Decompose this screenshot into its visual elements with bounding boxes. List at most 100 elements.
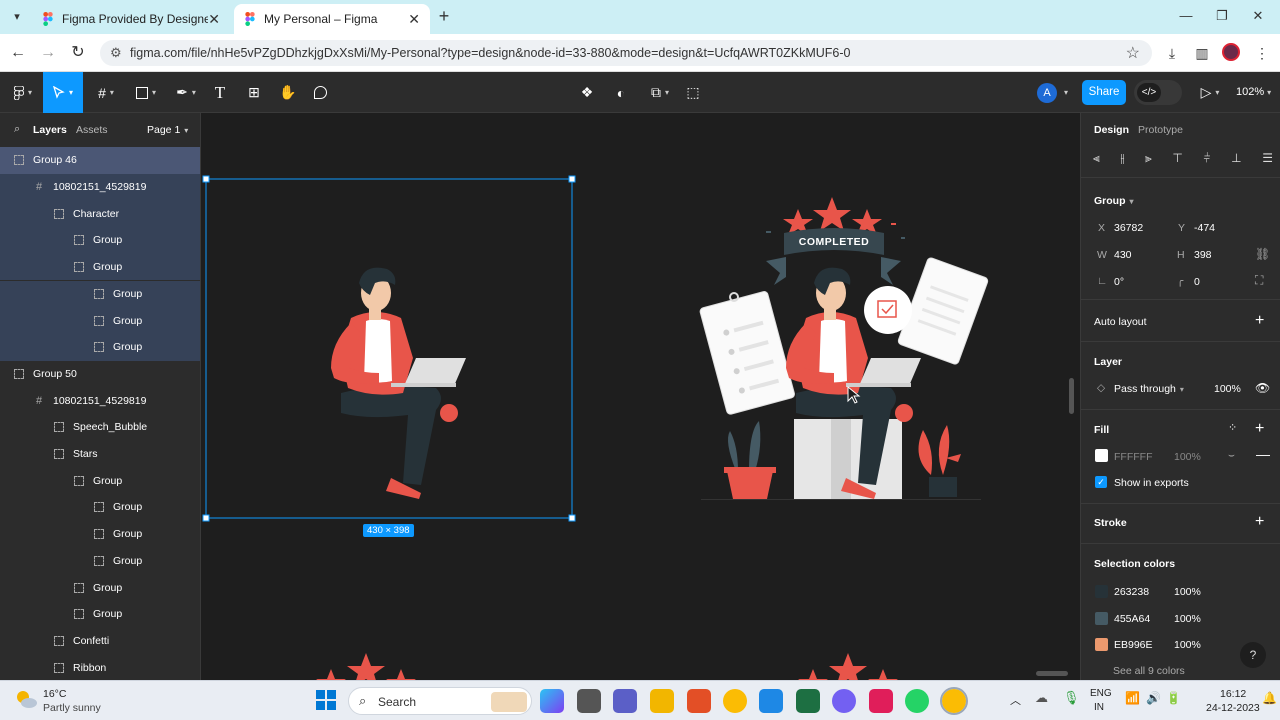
layer-row[interactable]: #10802151_4529819 bbox=[0, 387, 200, 414]
back-icon[interactable]: ← bbox=[8, 43, 28, 63]
boolean-button[interactable]: ⧉ ▾ bbox=[644, 72, 676, 113]
user-avatar[interactable]: A bbox=[1037, 83, 1057, 103]
layer-row[interactable]: #10802151_4529819 bbox=[0, 173, 200, 201]
align-left-icon[interactable]: ⫷ bbox=[1093, 151, 1100, 167]
layer-row[interactable]: Group 50 bbox=[0, 361, 200, 388]
layer-row[interactable]: Group bbox=[0, 227, 200, 254]
battery-icon[interactable]: 🔋 bbox=[1166, 691, 1181, 705]
text-tool-button[interactable]: T bbox=[208, 72, 232, 113]
horizontal-scrollbar[interactable] bbox=[1036, 671, 1068, 676]
layer-row[interactable]: Ribbon bbox=[0, 654, 200, 681]
layer-row[interactable]: Character bbox=[0, 200, 200, 228]
layer-row[interactable]: Group bbox=[0, 548, 200, 575]
selection-color-swatch[interactable] bbox=[1095, 638, 1108, 651]
layer-row[interactable]: Group bbox=[0, 601, 200, 628]
align-right-icon[interactable]: ⫸ bbox=[1145, 151, 1152, 167]
teams-icon[interactable] bbox=[613, 689, 637, 713]
comment-tool-button[interactable] bbox=[308, 72, 332, 113]
selection-color-opacity[interactable]: 100% bbox=[1174, 613, 1201, 625]
reload-icon[interactable]: ↻ bbox=[68, 43, 88, 63]
show-in-exports-checkbox[interactable]: ✓ bbox=[1095, 476, 1107, 488]
onedrive-cloud-icon[interactable]: ☁ bbox=[1035, 690, 1048, 706]
independent-corners-icon[interactable]: ⛶ bbox=[1255, 273, 1263, 288]
w-input[interactable]: 430 bbox=[1114, 249, 1132, 261]
corner-radius-input[interactable]: 0 bbox=[1194, 276, 1200, 288]
shape-tool-button[interactable]: ▾ bbox=[128, 72, 164, 113]
fill-opacity-input[interactable]: 100% bbox=[1174, 451, 1201, 463]
help-button[interactable]: ? bbox=[1240, 642, 1266, 668]
layer-row[interactable]: Group bbox=[0, 574, 200, 601]
search-layers-icon[interactable]: ⌕ bbox=[14, 123, 20, 136]
eye-visibility-icon[interactable]: 👁 bbox=[1255, 381, 1270, 395]
tab-prototype[interactable]: Prototype bbox=[1138, 124, 1183, 136]
zoom-level[interactable]: 102% ▾ bbox=[1236, 86, 1271, 98]
rotation-input[interactable]: 0° bbox=[1114, 276, 1124, 288]
resources-button[interactable]: ⊞ bbox=[242, 72, 266, 113]
resize-handle-bottom-right[interactable] bbox=[568, 514, 576, 522]
pen-tool-button[interactable]: ✒ ▾ bbox=[168, 72, 204, 113]
tab-assets[interactable]: Assets bbox=[76, 124, 108, 136]
browser-tab-figma-designer[interactable]: Figma Provided By Designer – F ✕ bbox=[32, 4, 230, 34]
browser-tab-my-personal[interactable]: My Personal – Figma ✕ bbox=[234, 4, 430, 34]
align-top-icon[interactable]: ⊤ bbox=[1172, 151, 1182, 167]
url-text[interactable]: figma.com/file/nhHe5vPZgDDhzkjgDxXsMi/My… bbox=[130, 46, 850, 60]
share-button[interactable]: Share bbox=[1082, 80, 1126, 105]
language-top[interactable]: ENG bbox=[1090, 688, 1112, 699]
align-bottom-icon[interactable]: ⊥ bbox=[1231, 151, 1241, 167]
whatsapp-icon[interactable] bbox=[905, 689, 929, 713]
microphone-icon[interactable]: 🎙 bbox=[1063, 690, 1080, 706]
design-canvas[interactable]: COMPLETED 430 × 398 bbox=[201, 113, 1079, 680]
layer-row[interactable]: Stars bbox=[0, 441, 200, 468]
restore-icon[interactable]: ❐ bbox=[1212, 6, 1232, 26]
resize-handle-top-left[interactable] bbox=[202, 175, 210, 183]
character-illustration-left[interactable] bbox=[331, 267, 466, 499]
resize-handle-bottom-left[interactable] bbox=[202, 514, 210, 522]
tab-search-chevron-icon[interactable]: ▾ bbox=[8, 8, 26, 26]
clock-date[interactable]: 24-12-2023 bbox=[1206, 702, 1260, 714]
layer-row[interactable]: Group 46 bbox=[0, 147, 200, 174]
layer-row[interactable]: Group bbox=[0, 280, 200, 308]
wifi-icon[interactable]: 📶 bbox=[1125, 691, 1140, 705]
weather-temp[interactable]: 16°C bbox=[43, 688, 66, 700]
download-icon[interactable]: ⤓ bbox=[1162, 43, 1182, 63]
y-input[interactable]: -474 bbox=[1194, 222, 1215, 234]
viber-icon[interactable] bbox=[832, 689, 856, 713]
volume-icon[interactable]: 🔊 bbox=[1146, 691, 1161, 705]
h-input[interactable]: 398 bbox=[1194, 249, 1212, 261]
chrome-active-icon[interactable] bbox=[940, 687, 968, 715]
slack-icon[interactable] bbox=[869, 689, 893, 713]
hand-tool-button[interactable]: ✋ bbox=[276, 72, 300, 113]
file-explorer-icon[interactable] bbox=[650, 689, 674, 713]
app-icon[interactable] bbox=[759, 689, 783, 713]
frame-tool-button[interactable]: # ▾ bbox=[88, 72, 124, 113]
weather-partly-sunny-icon[interactable] bbox=[14, 689, 38, 711]
minimize-icon[interactable]: — bbox=[1176, 6, 1196, 26]
close-tab-icon[interactable]: ✕ bbox=[408, 11, 420, 28]
layer-row[interactable]: Speech_Bubble bbox=[0, 414, 200, 441]
layer-row[interactable]: Group bbox=[0, 521, 200, 548]
see-all-colors-link[interactable]: See all 9 colors bbox=[1113, 665, 1185, 677]
side-panel-icon[interactable]: ▥ bbox=[1192, 43, 1212, 63]
site-info-icon[interactable]: ⚙ bbox=[110, 45, 122, 61]
bookmark-star-icon[interactable]: ☆ bbox=[1126, 43, 1140, 63]
weather-desc[interactable]: Partly sunny bbox=[43, 702, 101, 714]
resize-handle-top-right[interactable] bbox=[568, 175, 576, 183]
add-auto-layout-icon[interactable]: + bbox=[1255, 312, 1264, 330]
selection-color-hex[interactable]: EB996E bbox=[1114, 639, 1153, 651]
new-tab-icon[interactable]: + bbox=[434, 6, 454, 26]
crop-button[interactable]: ⬚ bbox=[682, 72, 704, 113]
blend-mode-dropdown[interactable]: Pass through ▾ bbox=[1114, 383, 1184, 395]
forward-icon[interactable]: → bbox=[38, 43, 58, 63]
fill-color-swatch[interactable] bbox=[1095, 449, 1108, 462]
selection-color-swatch[interactable] bbox=[1095, 611, 1108, 625]
present-button[interactable]: ▷ ▾ bbox=[1196, 72, 1224, 113]
omnibox[interactable]: ⚙ figma.com/file/nhHe5vPZgDDhzkjgDxXsMi/… bbox=[100, 40, 1152, 66]
hidden-eye-icon[interactable]: ⌣ bbox=[1228, 449, 1235, 462]
add-fill-icon[interactable]: + bbox=[1255, 420, 1264, 438]
multiplayer-chevron-down-icon[interactable]: ▾ bbox=[1060, 72, 1072, 113]
show-hidden-icons-chevron-icon[interactable]: ︿ bbox=[1010, 692, 1021, 708]
distribute-icon[interactable]: ☰ bbox=[1262, 151, 1273, 167]
selection-color-hex[interactable]: 455A64 bbox=[1114, 613, 1150, 625]
align-horizontal-center-icon[interactable]: ⫲ bbox=[1120, 151, 1124, 167]
selection-color-opacity[interactable]: 100% bbox=[1174, 639, 1201, 651]
